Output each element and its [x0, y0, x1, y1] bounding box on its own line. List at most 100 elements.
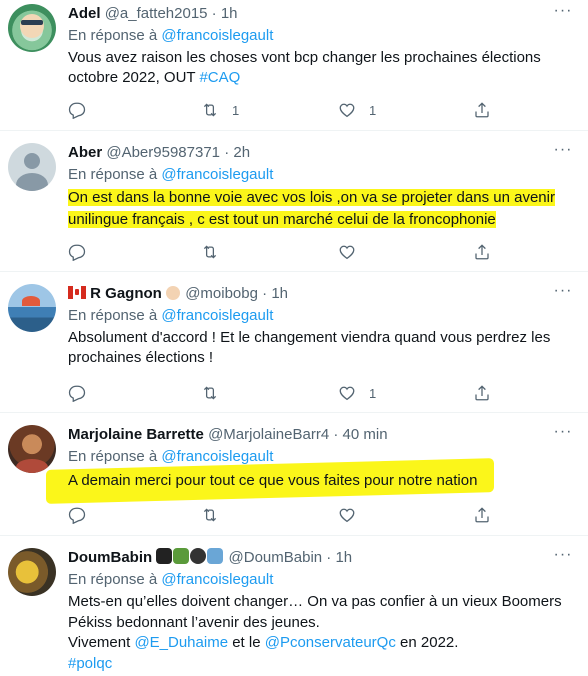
share-button[interactable]	[473, 100, 491, 120]
share-button[interactable]	[473, 242, 491, 262]
like-icon	[338, 101, 356, 119]
avatar[interactable]	[8, 284, 56, 332]
handle[interactable]: @Aber95987371	[106, 144, 220, 161]
reply-context: En réponse à @francoislegault	[68, 306, 273, 326]
retweet-icon	[201, 384, 219, 402]
more-icon[interactable]: ···	[552, 547, 574, 566]
action-bar	[68, 505, 498, 525]
reply-prefix: En réponse à	[68, 571, 158, 588]
avatar[interactable]	[8, 143, 56, 191]
more-icon[interactable]: ···	[552, 283, 574, 302]
timestamp[interactable]: 1h	[335, 549, 352, 566]
hashtag-link[interactable]: #CAQ	[199, 69, 240, 86]
reply-button[interactable]	[68, 383, 86, 403]
ok-hand-icon	[166, 286, 181, 300]
handle[interactable]: @moibobg	[185, 285, 258, 302]
reply-mention[interactable]: @francoislegault	[161, 166, 273, 183]
reply-feed: Adel @a_fatteh2015 · 1h ··· En réponse à…	[0, 0, 588, 676]
reply-context: En réponse à @francoislegault	[68, 165, 273, 185]
retweet-button[interactable]	[201, 242, 219, 262]
retweet-button[interactable]	[201, 383, 219, 403]
more-icon[interactable]: ···	[552, 424, 574, 443]
reply-icon	[68, 101, 86, 119]
like-button[interactable]	[338, 505, 356, 525]
tweet-card[interactable]: Marjolaine Barrette @MarjolaineBarr4 · 4…	[0, 413, 588, 536]
ninja-icon	[190, 548, 207, 564]
tweet-text-line: Pékiss bedonnant l’avenir des jeunes.	[68, 613, 320, 631]
like-icon	[338, 243, 356, 261]
display-name[interactable]: Aber	[68, 144, 102, 161]
share-icon	[473, 506, 491, 524]
mention-link[interactable]: @PconservateurQc	[265, 634, 396, 651]
like-button[interactable]: 1	[338, 100, 376, 120]
action-bar: 1 1	[68, 100, 498, 120]
tweet-card[interactable]: R Gagnon @moibobg · 1h ··· En réponse à …	[0, 272, 588, 413]
reply-icon	[68, 506, 86, 524]
tweet-text-fragment: et le	[228, 634, 265, 651]
like-count: 1	[369, 102, 377, 118]
mention-link[interactable]: @E_Duhaime	[134, 634, 228, 651]
tweet-text-fragment: en 2022.	[395, 634, 459, 651]
tweet-text: On est dans la bonne voie avec vos lois …	[68, 187, 568, 231]
tweet-card[interactable]: Aber @Aber95987371 · 2h ··· En réponse à…	[0, 131, 588, 272]
avatar[interactable]	[8, 4, 56, 52]
display-name[interactable]: R Gagnon	[90, 285, 162, 302]
highlighted-text-line: unilingue français , c est tout un march…	[68, 210, 496, 229]
retweet-icon	[201, 243, 219, 261]
share-icon	[473, 101, 491, 119]
reply-context: En réponse à @francoislegault	[68, 570, 273, 590]
share-icon	[473, 243, 491, 261]
tweet-header: R Gagnon @moibobg · 1h	[68, 284, 288, 304]
reply-icon	[68, 384, 86, 402]
retweet-icon	[201, 101, 219, 119]
like-button[interactable]: 1	[338, 383, 376, 403]
retweet-button[interactable]: 1	[201, 100, 239, 120]
display-name[interactable]: Marjolaine Barrette	[68, 426, 204, 443]
tweet-header: Aber @Aber95987371 · 2h	[68, 143, 250, 163]
display-name[interactable]: Adel	[68, 5, 101, 22]
tweet-header: DoumBabin @DoumBabin · 1h	[68, 548, 352, 568]
avatar[interactable]	[8, 425, 56, 473]
share-button[interactable]	[473, 505, 491, 525]
more-icon[interactable]: ···	[552, 142, 574, 161]
retweet-count: 1	[232, 102, 240, 118]
tweet-card[interactable]: Adel @a_fatteh2015 · 1h ··· En réponse à…	[0, 0, 588, 131]
share-button[interactable]	[473, 383, 491, 403]
timestamp[interactable]: 1h	[221, 5, 238, 22]
action-bar: 1	[68, 383, 498, 403]
retweet-button[interactable]	[201, 505, 219, 525]
handle[interactable]: @a_fatteh2015	[105, 5, 208, 22]
more-icon[interactable]: ···	[552, 3, 574, 22]
handle[interactable]: @MarjolaineBarr4	[208, 426, 329, 443]
like-button[interactable]	[338, 242, 356, 262]
reply-prefix: En réponse à	[68, 27, 158, 44]
separator: ·	[262, 285, 268, 302]
share-icon	[473, 384, 491, 402]
handle[interactable]: @DoumBabin	[229, 549, 323, 566]
tweet-text-fragment: Vivement	[68, 634, 135, 651]
reply-mention[interactable]: @francoislegault	[161, 27, 273, 44]
tweet-card[interactable]: DoumBabin @DoumBabin · 1h ··· En réponse…	[0, 536, 588, 676]
highlighted-text-line: On est dans la bonne voie avec vos lois …	[68, 188, 555, 207]
tweet-text: Vous avez raison les choses vont bcp cha…	[68, 48, 568, 88]
reply-mention[interactable]: @francoislegault	[161, 571, 273, 588]
display-name[interactable]: DoumBabin	[68, 549, 152, 566]
separator: ·	[333, 426, 339, 443]
reply-prefix: En réponse à	[68, 448, 158, 465]
pirate-flag-icon	[156, 548, 173, 564]
separator: ·	[211, 5, 217, 22]
tweet-text: A demain merci pour tout ce que vous fai…	[68, 472, 478, 489]
timestamp[interactable]: 1h	[271, 285, 288, 302]
canada-flag-icon	[68, 286, 86, 299]
reply-button[interactable]	[68, 505, 86, 525]
avatar[interactable]	[8, 548, 56, 596]
reply-mention[interactable]: @francoislegault	[161, 307, 273, 324]
reply-mention[interactable]: @francoislegault	[161, 448, 273, 465]
reply-button[interactable]	[68, 100, 86, 120]
timestamp[interactable]: 40 min	[343, 426, 388, 443]
like-count: 1	[369, 385, 377, 401]
timestamp[interactable]: 2h	[233, 144, 250, 161]
reply-button[interactable]	[68, 242, 86, 262]
tweet-header: Marjolaine Barrette @MarjolaineBarr4 · 4…	[68, 425, 388, 445]
hashtag-link[interactable]: #polqc	[68, 655, 112, 672]
